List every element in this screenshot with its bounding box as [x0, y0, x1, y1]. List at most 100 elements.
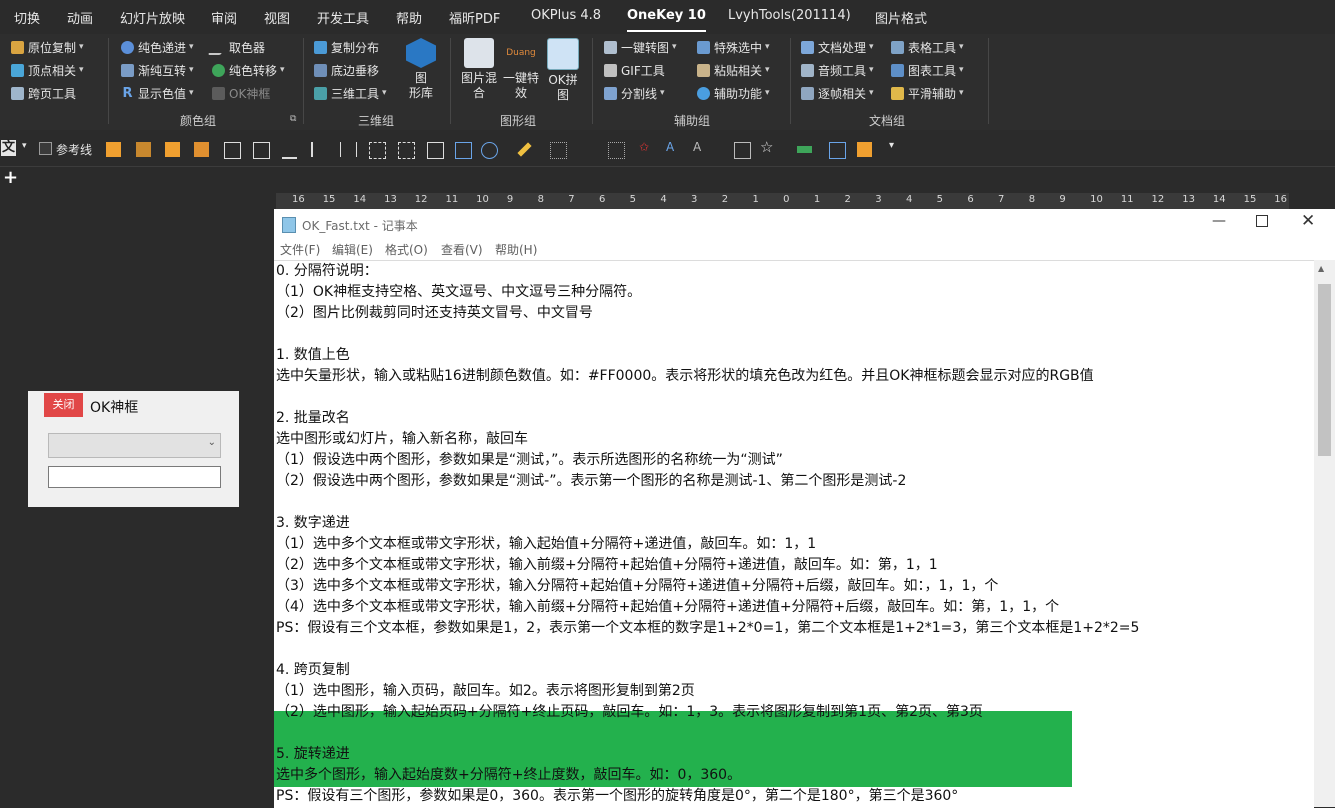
bottom-vertical-move-button[interactable]: 底边垂移 [314, 61, 379, 79]
crop-icon[interactable] [550, 142, 567, 159]
ok-collage-button[interactable]: OK拼 图 [542, 38, 584, 103]
parameter-input[interactable] [48, 466, 221, 488]
ruler-tick-label: 3 [691, 194, 698, 205]
align-left-icon[interactable] [311, 142, 328, 157]
3d-tool-button[interactable]: 三维工具 ▾ [314, 84, 387, 102]
star-icon[interactable]: ☆ [760, 138, 773, 156]
language-icon[interactable]: 文 [1, 140, 17, 156]
distribute-vertical-icon[interactable] [398, 142, 415, 159]
smooth-aux-button[interactable]: 平滑辅助 ▾ [891, 84, 964, 102]
color-picker-button[interactable]: 取色器 [207, 38, 265, 56]
vertical-scrollbar[interactable]: ▲ [1314, 260, 1335, 807]
frame-by-frame-button[interactable]: 逐帧相关 ▾ [801, 84, 874, 102]
image-blend-button[interactable]: 图片混 合 [458, 38, 500, 101]
ruler-tick-label: 14 [353, 194, 367, 205]
text-line: （2）选中图形，输入起始页码+分隔符+终止页码，敲回车。如：1，3。表示将图形复… [276, 704, 983, 720]
shape-library-button[interactable]: 图 形库 [402, 38, 440, 101]
picture-frame-icon[interactable] [427, 142, 444, 159]
in-place-copy-button[interactable]: 原位复制 ▾ [11, 38, 84, 56]
tab-help[interactable]: 帮助 [396, 8, 422, 27]
ruler-tick-label: 8 [537, 194, 544, 205]
distribute-horizontal-icon[interactable] [369, 142, 386, 159]
brush-icon[interactable] [517, 142, 532, 157]
document-process-button[interactable]: 文档处理 ▾ [801, 38, 874, 56]
ruler-tick-label: 15 [322, 194, 336, 205]
minimize-button[interactable]: — [1212, 213, 1226, 229]
tab-view[interactable]: 视图 [264, 8, 290, 27]
ok-box-button[interactable]: OK神框 [212, 84, 270, 102]
export-icon[interactable] [857, 142, 872, 157]
tab-transition[interactable]: 切换 [14, 8, 40, 27]
mode-select[interactable]: ⌄ [48, 433, 221, 458]
star-marker-icon[interactable]: ✩ [639, 140, 649, 154]
cross-page-tool-button[interactable]: 跨页工具 [11, 84, 76, 102]
menu-help[interactable]: 帮助(H) [495, 241, 537, 258]
bar-icon[interactable] [797, 146, 812, 153]
divider-line-button[interactable]: 分割线 ▾ [604, 84, 665, 102]
table-tool-button[interactable]: 表格工具 ▾ [891, 38, 964, 56]
text-size-icon[interactable]: A [693, 140, 701, 154]
chevron-down-icon[interactable]: ▾ [22, 141, 27, 151]
align-center-icon[interactable] [340, 142, 357, 157]
close-button[interactable]: 关闭 [44, 393, 83, 417]
ruler-tick-label: 1 [813, 194, 821, 205]
merge-icon[interactable] [165, 142, 180, 157]
one-click-effect-button[interactable]: Duang 一键特 效 [500, 38, 542, 101]
menu-view[interactable]: 查看(V) [441, 241, 483, 258]
show-color-value-button[interactable]: R 显示色值 ▾ [121, 84, 193, 102]
intersect-icon[interactable] [194, 142, 209, 157]
tab-review[interactable]: 审阅 [211, 8, 237, 27]
menu-file[interactable]: 文件(F) [280, 241, 320, 258]
close-window-button[interactable]: ✕ [1301, 211, 1315, 231]
menu-edit[interactable]: 编辑(E) [332, 241, 373, 258]
text-box-icon[interactable] [455, 142, 472, 159]
special-select-button[interactable]: 特殊选中 ▾ [697, 38, 770, 56]
tab-onekey[interactable]: OneKey 10 [627, 8, 706, 32]
scroll-up-icon[interactable]: ▲ [1318, 264, 1324, 273]
scroll-thumb[interactable] [1318, 284, 1331, 456]
more-icon[interactable]: ▾ [889, 140, 894, 151]
one-click-to-image-button[interactable]: 一键转图 ▾ [604, 38, 677, 56]
ungroup-icon[interactable] [136, 142, 151, 157]
menu-format[interactable]: 格式(O) [385, 241, 428, 258]
tab-lvyhtools[interactable]: LvyhTools(201114) [728, 8, 851, 26]
solid-color-transfer-button[interactable]: 纯色转移 ▾ [212, 61, 285, 79]
paste-related-button[interactable]: 粘贴相关 ▾ [697, 61, 770, 79]
ruler-tick-label: 16 [1274, 194, 1288, 205]
chart-tool-button[interactable]: 图表工具 ▾ [891, 61, 964, 79]
group-divider [988, 38, 989, 124]
shapes-icon[interactable] [481, 142, 498, 159]
text-line: （4）选中多个文本框或带文字形状，输入前缀+分隔符+起始值+分隔符+递进值+分隔… [276, 599, 1060, 615]
table-line-icon[interactable] [734, 142, 751, 159]
ruler-tick-label: 15 [1243, 194, 1257, 205]
vertex-button[interactable]: 顶点相关 ▾ [11, 61, 84, 79]
align-bottom-icon[interactable] [282, 142, 297, 159]
text-format-icon[interactable]: A [666, 140, 674, 154]
audio-tool-button[interactable]: 音频工具 ▾ [801, 61, 874, 79]
text-area[interactable]: 0. 分隔符说明： （1）OK神框支持空格、英文逗号、中文逗号三种分隔符。 （2）图… [274, 260, 1314, 808]
add-icon[interactable]: + [3, 167, 18, 189]
solid-color-step-button[interactable]: 纯色递进 ▾ [121, 38, 194, 56]
tab-animation[interactable]: 动画 [67, 8, 93, 27]
align-top-icon[interactable] [224, 142, 241, 159]
tab-slideshow[interactable]: 幻灯片放映 [120, 8, 185, 27]
edit-shape-icon[interactable] [829, 142, 846, 159]
tab-developer[interactable]: 开发工具 [317, 8, 369, 27]
tab-okplus[interactable]: OKPlus 4.8 [531, 8, 601, 26]
text-line: 选中多个图形，输入起始度数+分隔符+终止度数，敲回车。如：0，360。 [276, 767, 742, 783]
tab-foxit-pdf[interactable]: 福昕PDF [449, 8, 500, 27]
gradient-convert-button[interactable]: 渐纯互转 ▾ [121, 61, 194, 79]
guide-checkbox[interactable] [39, 142, 52, 155]
text-line: 选中矢量形状，输入或粘贴16进制颜色数值。如：#FF0000。表示将形状的填充色… [276, 368, 1094, 384]
tab-picture-format[interactable]: 图片格式 [875, 8, 927, 27]
select-area-icon[interactable] [608, 142, 625, 159]
gif-tool-button[interactable]: GIF工具 [604, 61, 665, 79]
copy-distribute-button[interactable]: 复制分布 [314, 38, 379, 56]
dialog-launcher-icon[interactable]: ⧉ [290, 114, 296, 124]
align-right-icon[interactable] [253, 142, 270, 159]
ribbon-tab-bar: 切换 动画 幻灯片放映 审阅 视图 开发工具 帮助 福昕PDF OKPlus 4… [0, 0, 1335, 34]
ruler-tick-label: 14 [1212, 194, 1226, 205]
group-icon[interactable] [106, 142, 121, 157]
maximize-button[interactable] [1256, 215, 1268, 227]
aux-function-button[interactable]: 辅助功能 ▾ [697, 84, 770, 102]
